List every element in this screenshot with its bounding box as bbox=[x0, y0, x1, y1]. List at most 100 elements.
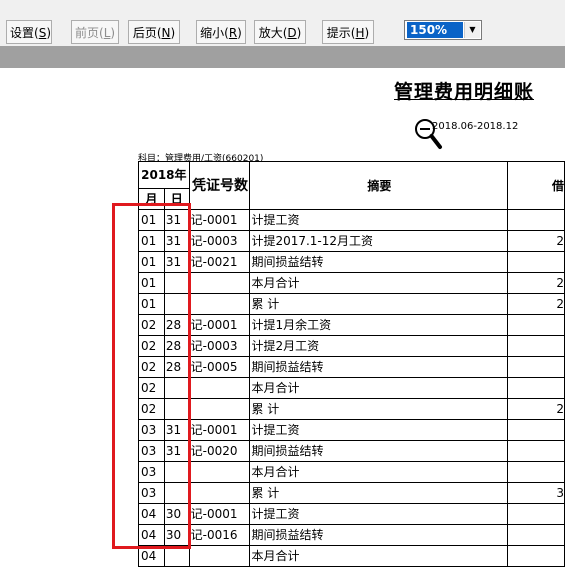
summary-cell: 计提工资 bbox=[249, 209, 509, 231]
zoom-in-key: D bbox=[287, 26, 297, 40]
zoom-out-button[interactable]: 缩小(R) bbox=[196, 20, 246, 44]
toolbar: 设置(S) 前页(L) 后页(N) 缩小(R) 放大(D) 提示(H) 150%… bbox=[0, 0, 565, 46]
zoom-out-label: 缩小( bbox=[200, 26, 229, 40]
setup-label: 设置( bbox=[10, 26, 39, 40]
summary-cell: 期间损益结转 bbox=[249, 524, 509, 546]
debit-cell: 2 bbox=[507, 272, 565, 294]
summary-cell: 本月合计 bbox=[249, 461, 509, 483]
setup-button[interactable]: 设置(S) bbox=[6, 20, 52, 44]
table-row: 04 30 记-0016 期间损益结转 bbox=[138, 524, 565, 546]
summary-cell: 期间损益结转 bbox=[249, 440, 509, 462]
table-row: 01 累 计2 bbox=[138, 293, 565, 315]
debit-cell bbox=[507, 524, 565, 546]
debit-cell: 2 bbox=[507, 398, 565, 420]
prev-label: 前页( bbox=[75, 26, 104, 40]
voucher-cell bbox=[188, 377, 251, 399]
debit-cell bbox=[507, 314, 565, 336]
highlight-box bbox=[112, 203, 191, 549]
summary-cell: 计提2月工资 bbox=[249, 335, 509, 357]
summary-cell: 计提2017.1-12月工资 bbox=[249, 230, 509, 252]
summary-cell: 累 计 bbox=[249, 398, 509, 420]
voucher-cell bbox=[188, 293, 251, 315]
ledger-title: 管理费用明细账 bbox=[394, 81, 535, 103]
toolbar-separator-band bbox=[0, 46, 565, 68]
table-row: 01 31 记-0003 计提2017.1-12月工资 2 bbox=[138, 230, 565, 252]
ledger-table: 2018年 凭证号数 摘要 借 月 日 01 31 记-0001 计提工资 01 31 记-… bbox=[138, 161, 565, 567]
voucher-cell: 记-0016 bbox=[188, 524, 251, 546]
table-row: 02 28 记-0005 期间损益结转 bbox=[138, 356, 565, 378]
table-row: 02 28 记-0001 计提1月余工资 bbox=[138, 314, 565, 336]
summary-cell: 计提1月余工资 bbox=[249, 314, 509, 336]
next-paren: ) bbox=[170, 26, 176, 40]
voucher-cell bbox=[188, 482, 251, 504]
zoom-in-paren: ) bbox=[296, 26, 302, 40]
debit-cell bbox=[507, 377, 565, 399]
debit-cell bbox=[507, 545, 565, 567]
summary-cell: 本月合计 bbox=[249, 545, 509, 567]
next-page-button[interactable]: 后页(N) bbox=[128, 20, 180, 44]
voucher-cell bbox=[188, 545, 251, 567]
zoom-in-button[interactable]: 放大(D) bbox=[254, 20, 306, 44]
summary-cell: 累 计 bbox=[249, 293, 509, 315]
zoom-in-label: 放大( bbox=[258, 26, 288, 40]
debit-cell: 2 bbox=[507, 230, 565, 252]
table-row: 03 本月合计 bbox=[138, 461, 565, 483]
year-header: 2018年 bbox=[138, 161, 190, 189]
zoom-out-key: R bbox=[228, 26, 238, 40]
summary-cell: 本月合计 bbox=[249, 377, 509, 399]
voucher-cell: 记-0001 bbox=[188, 503, 251, 525]
summary-cell: 期间损益结转 bbox=[249, 356, 509, 378]
voucher-cell: 记-0020 bbox=[188, 440, 251, 462]
hint-key: H bbox=[355, 26, 365, 40]
voucher-cell: 记-0021 bbox=[188, 251, 251, 273]
voucher-cell bbox=[188, 461, 251, 483]
table-row: 03 累 计3 bbox=[138, 482, 565, 504]
setup-paren: ) bbox=[46, 26, 51, 40]
voucher-cell: 记-0001 bbox=[188, 419, 251, 441]
debit-header: 借 bbox=[507, 161, 565, 210]
voucher-cell: 记-0003 bbox=[188, 230, 251, 252]
table-row: 02 累 计2 bbox=[138, 398, 565, 420]
debit-cell: 2 bbox=[507, 293, 565, 315]
table-row: 02 28 记-0003 计提2月工资 bbox=[138, 335, 565, 357]
chevron-down-icon[interactable]: ▼ bbox=[464, 22, 480, 38]
debit-cell bbox=[507, 503, 565, 525]
hint-paren: ) bbox=[364, 26, 370, 40]
summary-cell: 累 计 bbox=[249, 482, 509, 504]
debit-cell bbox=[507, 356, 565, 378]
table-row: 01 31 记-0021 期间损益结转 bbox=[138, 251, 565, 273]
debit-cell bbox=[507, 251, 565, 273]
ledger-period: 2018.06-2018.12 bbox=[432, 121, 519, 132]
zoom-value: 150% bbox=[407, 22, 463, 38]
summary-cell: 本月合计 bbox=[249, 272, 509, 294]
voucher-cell bbox=[188, 398, 251, 420]
prev-paren: ) bbox=[110, 26, 116, 40]
hint-label: 提示( bbox=[326, 26, 356, 40]
voucher-cell: 记-0001 bbox=[188, 209, 251, 231]
table-row: 01 本月合计 2 bbox=[138, 272, 565, 294]
table-row: 04 本月合计 bbox=[138, 545, 565, 567]
debit-cell bbox=[507, 209, 565, 231]
summary-cell: 计提工资 bbox=[249, 419, 509, 441]
debit-cell bbox=[507, 335, 565, 357]
debit-cell bbox=[507, 419, 565, 441]
voucher-cell bbox=[188, 272, 251, 294]
debit-cell bbox=[507, 440, 565, 462]
table-row: 02 本月合计 bbox=[138, 377, 565, 399]
voucher-cell: 记-0003 bbox=[188, 335, 251, 357]
prev-page-button[interactable]: 前页(L) bbox=[71, 20, 119, 44]
voucher-header: 凭证号数 bbox=[188, 161, 251, 210]
zoom-select[interactable]: 150% ▼ bbox=[404, 20, 482, 40]
table-row: 03 31 记-0020 期间损益结转 bbox=[138, 440, 565, 462]
table-row: 01 31 记-0001 计提工资 bbox=[138, 209, 565, 231]
voucher-cell: 记-0001 bbox=[188, 314, 251, 336]
summary-header: 摘要 bbox=[249, 161, 509, 210]
zoom-out-paren: ) bbox=[237, 26, 242, 40]
next-label: 后页( bbox=[132, 26, 162, 40]
voucher-cell: 记-0005 bbox=[188, 356, 251, 378]
summary-cell: 期间损益结转 bbox=[249, 251, 509, 273]
table-row: 03 31 记-0001 计提工资 bbox=[138, 419, 565, 441]
table-row: 04 30 记-0001 计提工资 bbox=[138, 503, 565, 525]
hint-button[interactable]: 提示(H) bbox=[322, 20, 374, 44]
debit-cell: 3 bbox=[507, 482, 565, 504]
